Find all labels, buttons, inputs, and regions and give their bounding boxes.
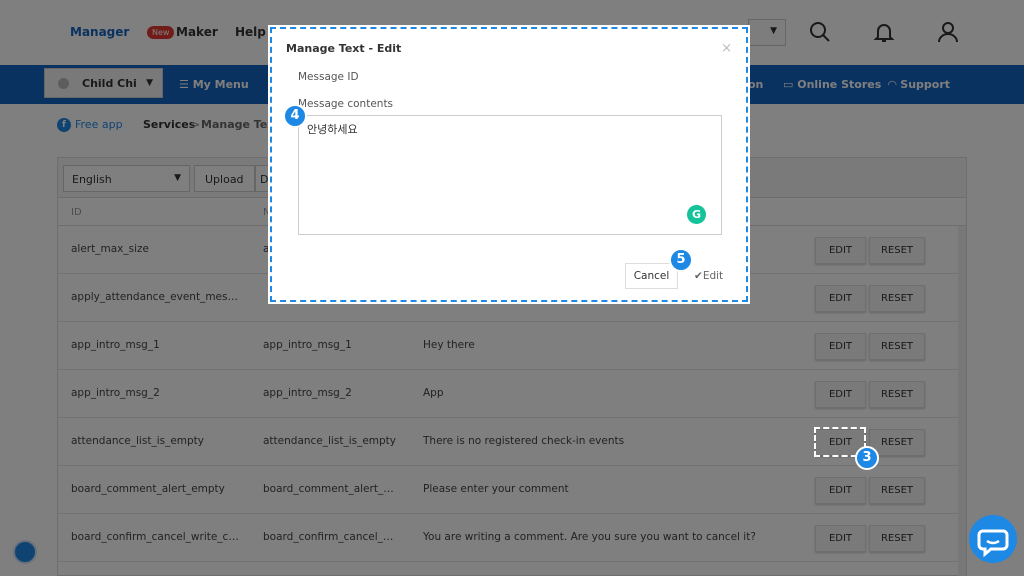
grammarly-icon[interactable]: G [687,205,706,224]
chat-widget-button[interactable] [969,515,1017,563]
step-4-marker: 4 [283,104,307,128]
chat-bubble-icon [977,529,1009,558]
message-id-label: Message ID [298,71,359,83]
step-3-marker: 3 [855,446,879,470]
step-5-marker: 5 [669,248,693,272]
close-icon[interactable]: × [721,41,732,56]
cancel-button[interactable]: Cancel [625,263,678,289]
edit-confirm-button[interactable]: ✔Edit [694,263,723,289]
message-contents-textarea[interactable]: 안녕하세요 [298,115,722,235]
check-icon: ✔ [694,270,703,282]
modal-title: Manage Text - Edit [286,42,402,55]
message-contents-label: Message contents [298,98,394,110]
